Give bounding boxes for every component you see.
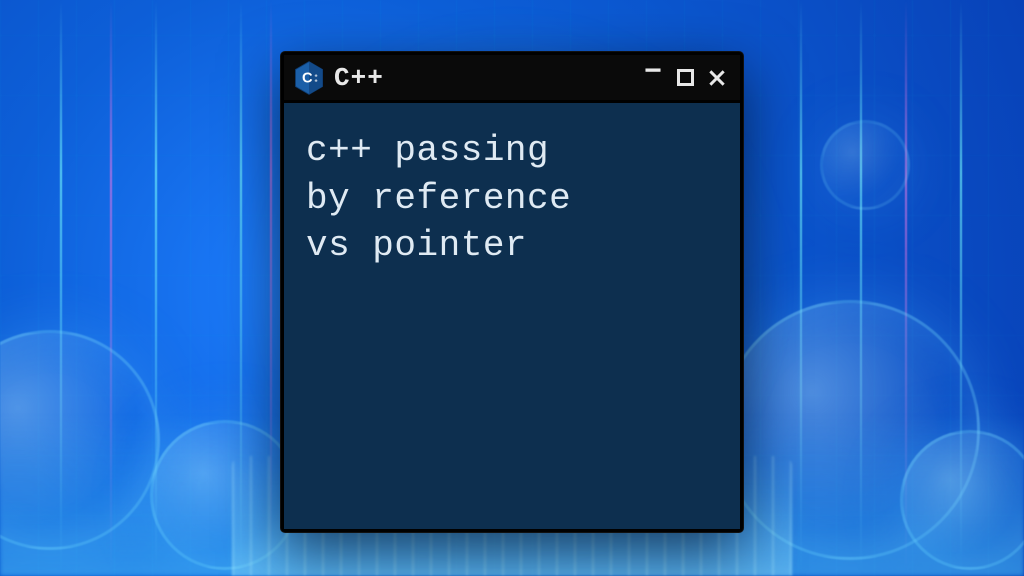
window-controls: − [642, 67, 728, 89]
window-title: C++ [334, 63, 384, 93]
content-line: by reference [306, 175, 718, 223]
square-icon [677, 69, 694, 86]
cpp-hex-icon: C + + [294, 61, 324, 95]
minimize-button[interactable]: − [642, 62, 664, 84]
close-icon [707, 68, 727, 88]
titlebar[interactable]: C + + C++ − [284, 55, 740, 103]
svg-text:C: C [302, 70, 313, 86]
close-button[interactable] [706, 67, 728, 89]
titlebar-left: C + + C++ [294, 61, 630, 95]
content-line: vs pointer [306, 222, 718, 270]
window-content: c++ passing by reference vs pointer [284, 103, 740, 529]
svg-text:+: + [314, 78, 317, 84]
maximize-button[interactable] [674, 67, 696, 89]
app-window: C + + C++ − c++ passing by reference vs … [281, 52, 743, 532]
content-line: c++ passing [306, 127, 718, 175]
